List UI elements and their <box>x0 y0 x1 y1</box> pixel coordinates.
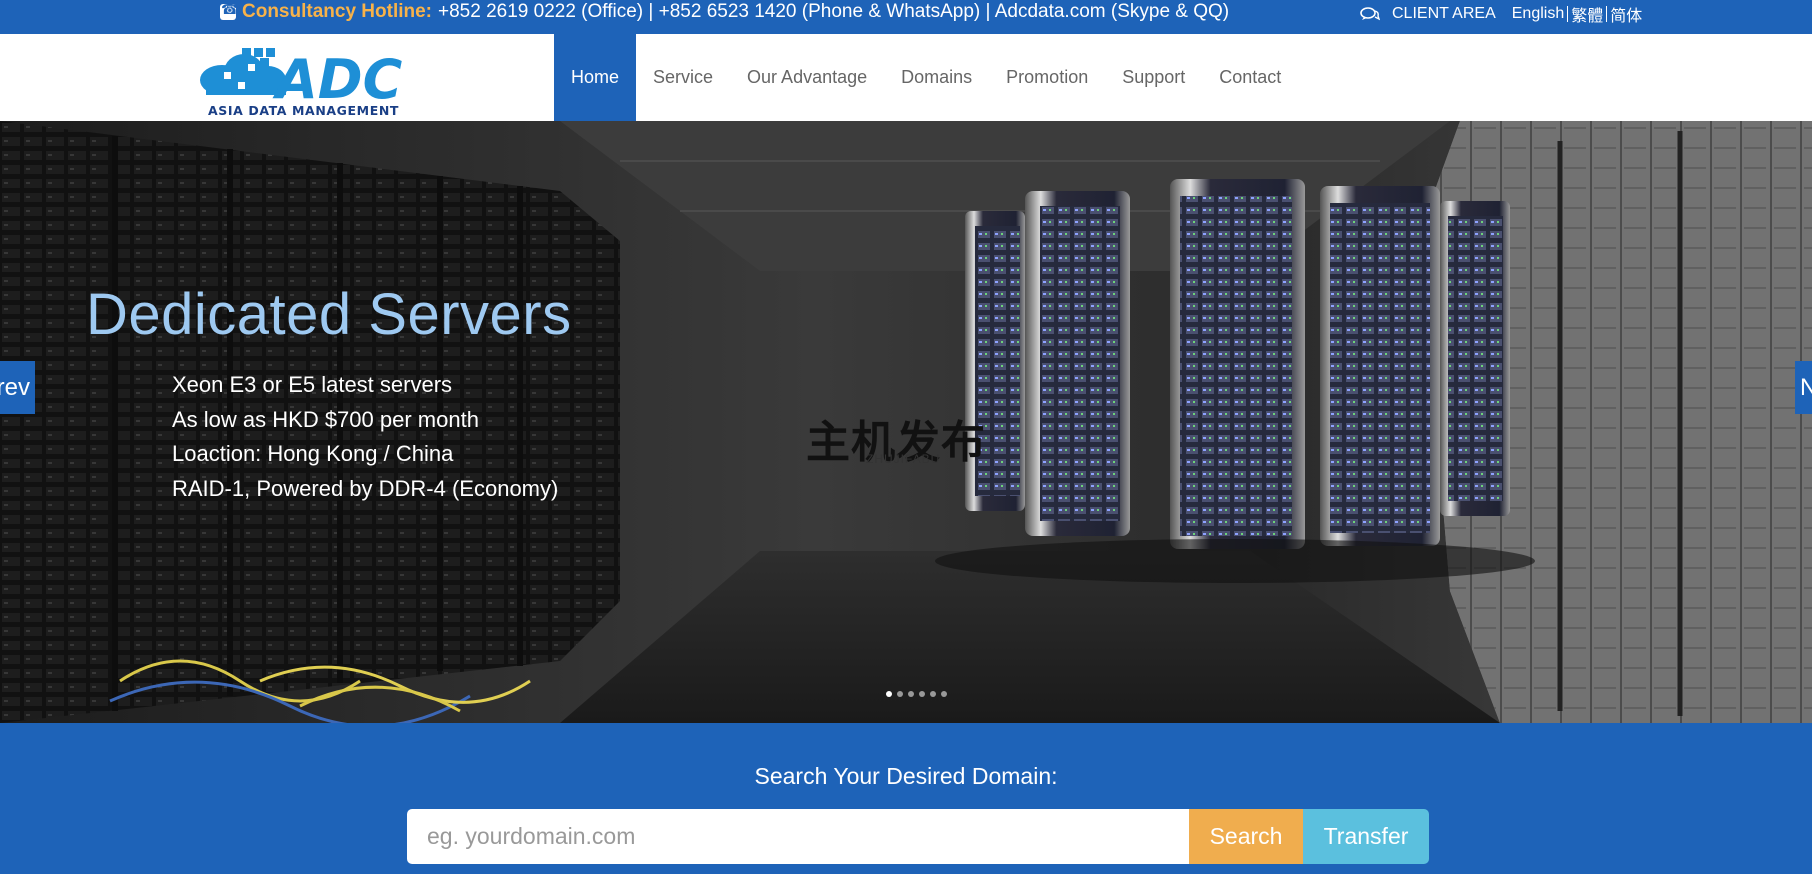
slider-dot[interactable] <box>897 691 903 697</box>
nav-support[interactable]: Support <box>1105 34 1202 121</box>
lang-traditional-link[interactable]: 繁體 <box>1568 2 1606 26</box>
nav-contact[interactable]: Contact <box>1202 34 1298 121</box>
slider-dot[interactable] <box>919 691 925 697</box>
hero-slider: Dedicated Servers Xeon E3 or E5 latest s… <box>0 121 1812 723</box>
domain-transfer-button[interactable]: Transfer <box>1303 809 1429 864</box>
watermark-en: ZHUJIFABU <box>866 452 941 466</box>
domain-search-heading: Search Your Desired Domain: <box>754 763 1058 789</box>
hotline-label: Consultancy Hotline: <box>242 1 433 22</box>
slider-dots <box>886 691 947 697</box>
slider-next-button[interactable]: Next <box>1795 361 1812 414</box>
slide-feature-item: As low as HKD $700 per month <box>172 406 479 432</box>
hotline: Consultancy Hotline: +852 2619 0222 (Off… <box>220 0 1229 24</box>
domain-search-input[interactable] <box>407 809 1189 864</box>
main-nav: Home Service Our Advantage Domains Promo… <box>554 34 1298 121</box>
top-bar: Consultancy Hotline: +852 2619 0222 (Off… <box>0 0 1812 34</box>
slide-title: Dedicated Servers <box>86 282 572 347</box>
nav-promotion[interactable]: Promotion <box>989 34 1105 121</box>
chat-icon <box>1360 7 1380 21</box>
phone-icon <box>220 1 238 20</box>
nav-home[interactable]: Home <box>554 34 637 121</box>
nav-domains[interactable]: Domains <box>884 34 989 121</box>
slider-dot[interactable] <box>886 691 892 697</box>
hotline-text: +852 2619 0222 (Office) | +852 6523 1420… <box>438 1 1230 22</box>
site-header: ADC ASIA DATA MANAGEMENT Home Service Ou… <box>0 34 1812 121</box>
slide-feature-list: Xeon E3 or E5 latest servers As low as H… <box>172 368 558 506</box>
lang-english-link[interactable]: English <box>1509 5 1567 23</box>
logo-tagline: ASIA DATA MANAGEMENT <box>208 103 399 118</box>
slide-feature-item: Xeon E3 or E5 latest servers <box>172 372 453 397</box>
slide-feature-item: RAID-1, Powered by DDR-4 (Economy) <box>172 475 559 501</box>
slider-prev-button[interactable]: Prev <box>0 361 35 414</box>
adc-logo[interactable]: ADC ASIA DATA MANAGEMENT <box>198 42 423 118</box>
domain-search-button[interactable]: Search <box>1189 809 1303 864</box>
slide-feature-item: Loaction: Hong Kong / China <box>172 441 454 467</box>
domain-search-form: Search Transfer <box>407 809 1429 864</box>
logo-letters: ADC <box>272 48 403 111</box>
top-right-links: CLIENT AREA English 繁體 简体 <box>1360 2 1645 26</box>
watermark: 主机发布 ZHUJIFABU <box>806 406 1016 476</box>
client-area-link[interactable]: CLIENT AREA <box>1392 5 1496 23</box>
nav-our-advantage[interactable]: Our Advantage <box>730 34 884 121</box>
slider-dot[interactable] <box>908 691 914 697</box>
slider-dot[interactable] <box>941 691 947 697</box>
domain-search-section: Search Your Desired Domain: Search Trans… <box>0 723 1812 874</box>
lang-simplified-link[interactable]: 简体 <box>1607 2 1645 26</box>
slider-dot[interactable] <box>930 691 936 697</box>
nav-service[interactable]: Service <box>636 34 730 121</box>
